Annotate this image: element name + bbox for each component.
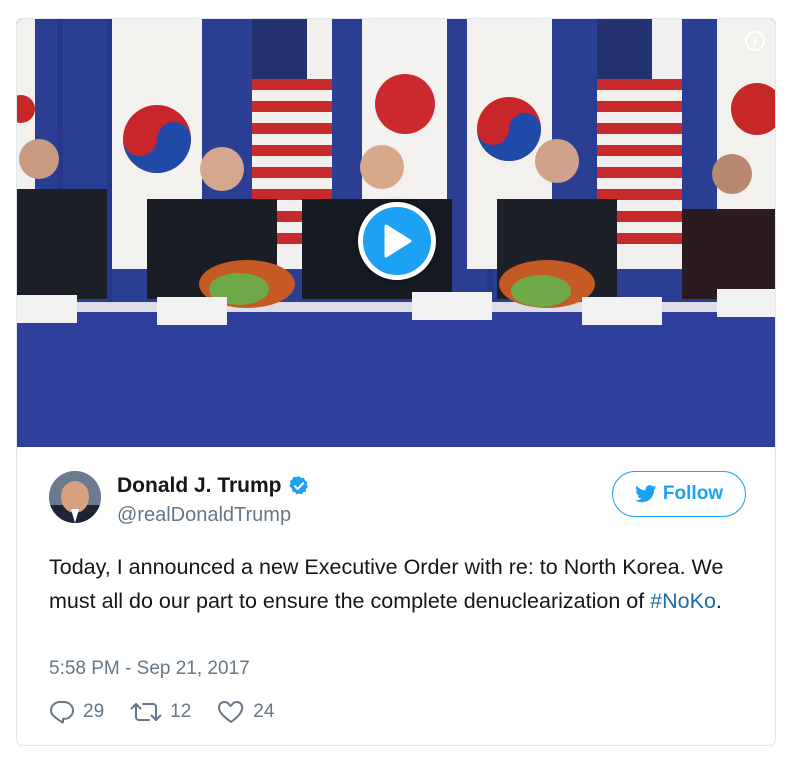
avatar-image: [49, 471, 101, 523]
embedded-tweet-card: i Donald J. Trump @realDonaldTrump Follo…: [16, 18, 776, 746]
heart-icon: [218, 701, 244, 723]
author-display-name[interactable]: Donald J. Trump: [117, 474, 282, 498]
verified-badge-icon: [288, 476, 308, 495]
follow-button[interactable]: Follow: [612, 471, 746, 517]
tweet-text-body: Today, I announced a new Executive Order…: [49, 555, 724, 613]
retweet-icon: [130, 703, 162, 721]
tweet-body: Donald J. Trump @realDonaldTrump Follow …: [17, 447, 775, 745]
reply-count: 29: [83, 701, 105, 722]
avatar[interactable]: [49, 471, 101, 523]
reply-action[interactable]: 29: [49, 700, 104, 724]
tweet-text: Today, I announced a new Executive Order…: [49, 550, 749, 618]
tweet-actions: 29 12 24: [49, 700, 300, 724]
video-thumbnail[interactable]: i: [17, 19, 775, 447]
info-icon[interactable]: i: [745, 31, 765, 51]
author-handle[interactable]: @realDonaldTrump: [117, 504, 291, 527]
tweet-timestamp[interactable]: 5:58 PM - Sep 21, 2017: [49, 658, 250, 680]
play-button[interactable]: [358, 202, 436, 280]
retweet-count: 12: [170, 701, 192, 722]
like-count: 24: [253, 701, 275, 722]
tweet-text-end: .: [715, 589, 722, 613]
like-action[interactable]: 24: [217, 700, 274, 724]
play-icon: [384, 224, 412, 258]
reply-icon: [50, 701, 74, 724]
follow-label: Follow: [662, 483, 724, 504]
twitter-bird-icon: [635, 485, 657, 503]
retweet-action[interactable]: 12: [130, 700, 191, 724]
author-name-row: Donald J. Trump: [117, 474, 310, 498]
hashtag-link[interactable]: #NoKo: [650, 589, 716, 613]
